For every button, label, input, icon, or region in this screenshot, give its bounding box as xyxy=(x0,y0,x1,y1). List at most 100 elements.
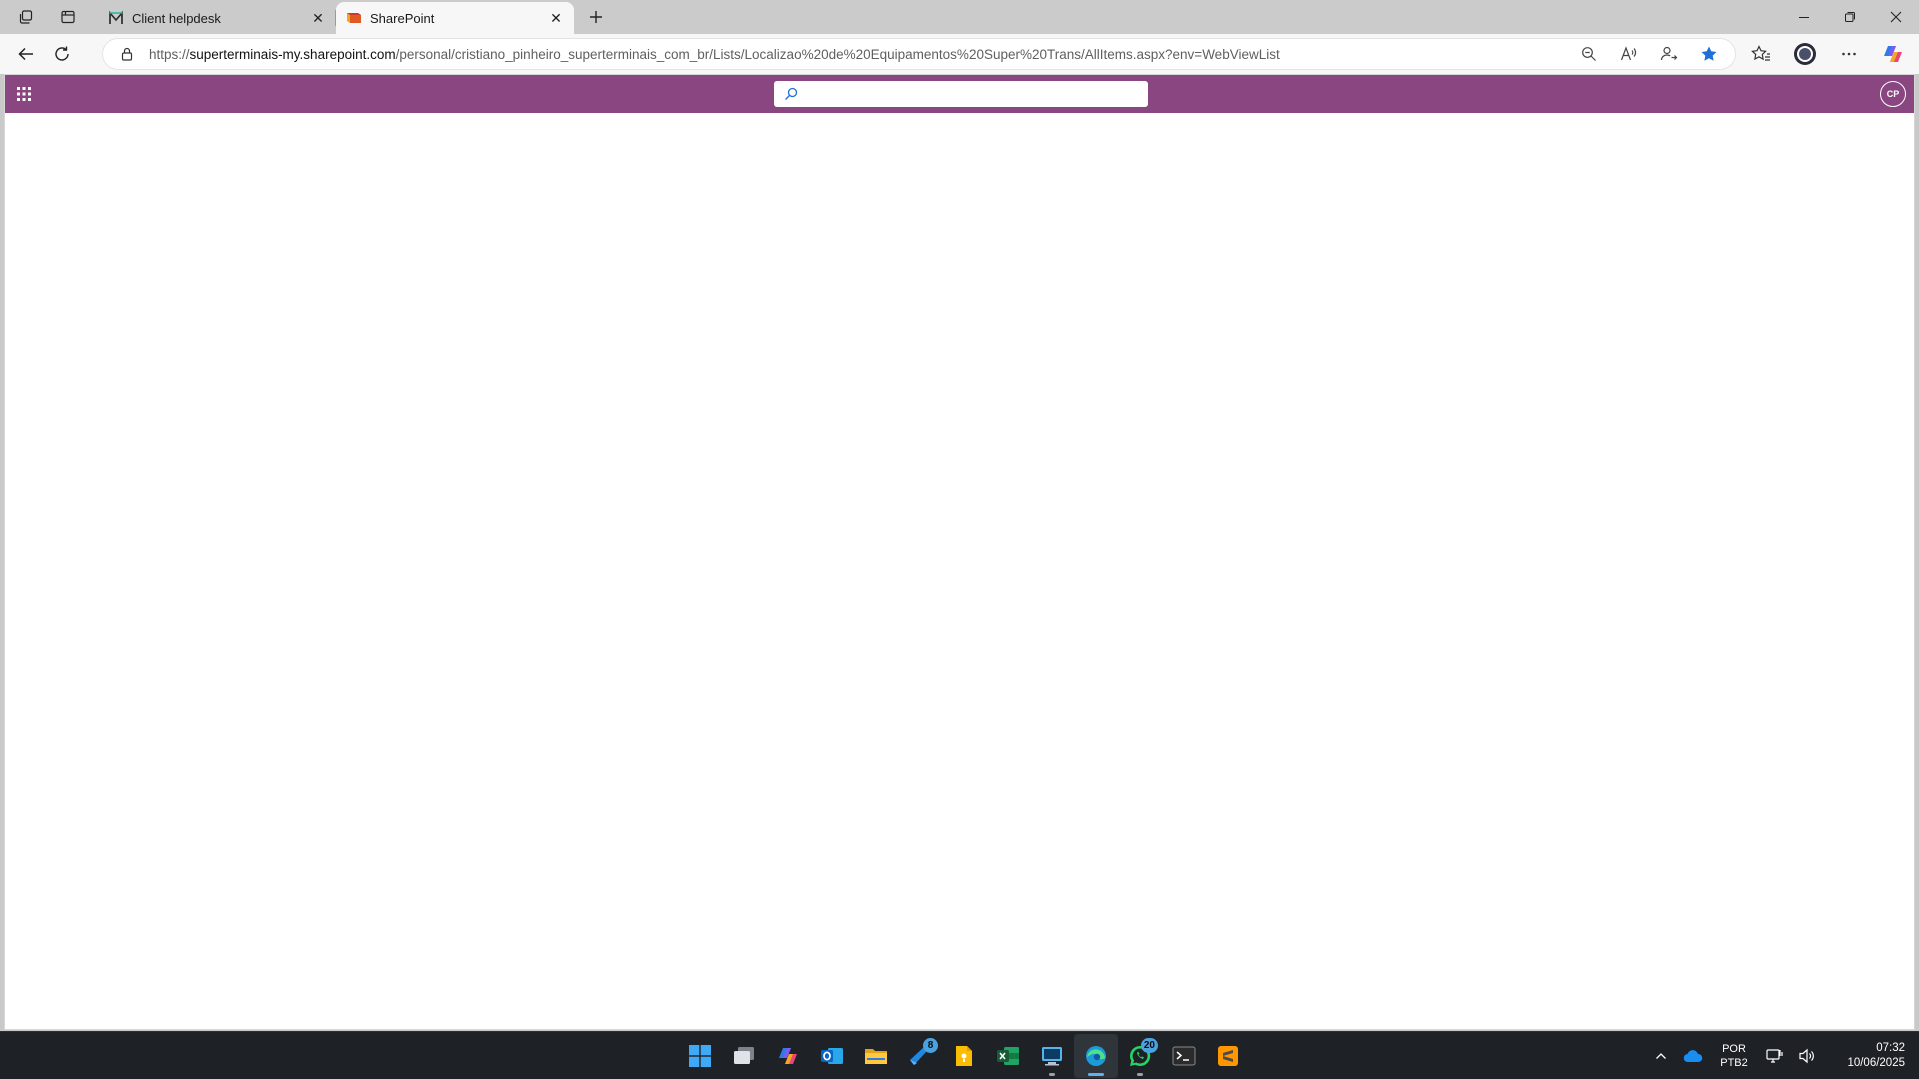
network-button[interactable] xyxy=(1759,1036,1791,1076)
url-scheme: https:// xyxy=(149,46,190,62)
screen: Client helpdesk ✕ SharePoint ✕ https://s… xyxy=(0,0,1919,1079)
running-indicator xyxy=(1049,1073,1055,1076)
network-icon xyxy=(1766,1049,1783,1063)
read-aloud-button[interactable] xyxy=(1609,40,1649,68)
close-icon[interactable]: ✕ xyxy=(548,10,564,26)
taskbar-edge[interactable] xyxy=(1074,1034,1118,1078)
folder-icon xyxy=(865,1049,887,1064)
refresh-icon xyxy=(55,46,69,61)
taskbar-excel[interactable] xyxy=(986,1034,1030,1078)
milvus-m-icon xyxy=(109,10,123,24)
tab-title: Client helpdesk xyxy=(132,10,221,26)
excel-icon xyxy=(997,1047,1019,1065)
refresh-button[interactable] xyxy=(44,38,80,70)
taskbar-copilot[interactable] xyxy=(766,1034,810,1078)
restore-button[interactable] xyxy=(1827,0,1873,34)
browser-tab-strip: Client helpdesk ✕ SharePoint ✕ xyxy=(0,0,1919,34)
taskbar-keep-notes[interactable] xyxy=(942,1034,986,1078)
taskbar-task-view[interactable] xyxy=(722,1034,766,1078)
taskbar-sublime-text[interactable] xyxy=(1206,1034,1250,1078)
ellipsis-icon xyxy=(1842,52,1856,56)
favorite-star-button[interactable] xyxy=(1689,40,1729,68)
running-indicator xyxy=(1088,1073,1104,1076)
profile-avatar-icon xyxy=(1794,43,1816,65)
edge-icon xyxy=(1086,1046,1106,1066)
windows-taskbar: 8 20 POR PTB2 07:32 10/06/2025 xyxy=(0,1031,1919,1079)
app-launcher-button[interactable] xyxy=(5,75,43,113)
onedrive-cloud-icon xyxy=(1683,1050,1703,1063)
sharepoint-icon xyxy=(347,13,361,23)
taskbar-azure-devops[interactable]: 8 xyxy=(898,1034,942,1078)
back-arrow-icon xyxy=(18,47,33,61)
search-input[interactable] xyxy=(808,82,1148,106)
favorites-button[interactable] xyxy=(1739,38,1783,70)
back-button[interactable] xyxy=(8,38,44,70)
browser-toolbar: https://superterminais-my.sharepoint.com… xyxy=(0,34,1919,74)
plus-icon xyxy=(590,11,602,23)
notes-icon xyxy=(956,1046,972,1066)
chevron-up-icon xyxy=(1656,1053,1666,1059)
restore-icon xyxy=(1845,12,1855,22)
taskbar-terminal[interactable] xyxy=(1162,1034,1206,1078)
clock-button[interactable]: 07:32 10/06/2025 xyxy=(1823,1041,1919,1071)
outlook-icon xyxy=(821,1048,843,1064)
person-sync-icon xyxy=(1660,46,1678,61)
clock-date: 10/06/2025 xyxy=(1847,1057,1905,1069)
close-icon xyxy=(1890,11,1902,23)
workspaces-icon xyxy=(19,10,33,24)
url-host: superterminais-my.sharepoint.com xyxy=(189,46,396,62)
star-filled-icon xyxy=(1701,46,1717,61)
remote-desktop-icon xyxy=(1042,1047,1062,1066)
search-icon xyxy=(774,81,808,107)
windows-logo-icon xyxy=(689,1045,711,1067)
url-path: /personal/cristiano_pinheiro_supertermin… xyxy=(395,46,1280,62)
running-indicator xyxy=(1137,1073,1143,1076)
zoom-out-button[interactable] xyxy=(1569,40,1609,68)
favorites-icon xyxy=(1751,45,1770,61)
language-code: POR xyxy=(1722,1043,1746,1055)
taskbar-remote-desktop[interactable] xyxy=(1030,1034,1074,1078)
account-avatar[interactable]: CP xyxy=(1880,81,1906,107)
minimize-button[interactable] xyxy=(1781,0,1827,34)
notification-badge: 8 xyxy=(923,1038,938,1053)
sublime-text-icon xyxy=(1218,1046,1238,1066)
share-profile-button[interactable] xyxy=(1649,40,1689,68)
zoom-out-icon xyxy=(1582,47,1596,61)
sharepoint-suite-bar: CP xyxy=(5,75,1914,113)
close-icon[interactable]: ✕ xyxy=(310,10,326,26)
notification-badge: 20 xyxy=(1140,1038,1158,1053)
minimize-icon xyxy=(1799,17,1809,18)
copilot-button[interactable] xyxy=(1871,38,1915,70)
read-aloud-icon xyxy=(1620,46,1637,61)
tab-actions-button[interactable] xyxy=(54,3,82,31)
copilot-icon xyxy=(779,1048,797,1064)
taskbar-outlook[interactable] xyxy=(810,1034,854,1078)
new-tab-button[interactable] xyxy=(580,1,612,33)
clock-time: 07:32 xyxy=(1876,1042,1905,1054)
waffle-grid-icon xyxy=(17,87,31,101)
speaker-icon xyxy=(1799,1048,1814,1064)
lock-icon[interactable] xyxy=(117,44,137,64)
keyboard-layout: PTB2 xyxy=(1720,1057,1748,1069)
copilot-icon xyxy=(1884,46,1902,62)
profile-button[interactable] xyxy=(1783,38,1827,70)
input-language-indicator[interactable]: POR PTB2 xyxy=(1709,1042,1759,1070)
taskbar-whatsapp[interactable]: 20 xyxy=(1118,1034,1162,1078)
tab-client-helpdesk[interactable]: Client helpdesk ✕ xyxy=(98,2,336,34)
close-window-button[interactable] xyxy=(1873,0,1919,34)
task-view-icon xyxy=(734,1047,754,1064)
onedrive-button[interactable] xyxy=(1677,1036,1709,1076)
terminal-icon xyxy=(1172,1046,1196,1066)
workspaces-button[interactable] xyxy=(12,3,40,31)
taskbar-file-explorer[interactable] xyxy=(854,1034,898,1078)
tab-sharepoint[interactable]: SharePoint ✕ xyxy=(336,2,574,34)
web-page: CP xyxy=(4,74,1915,1030)
sharepoint-search-box[interactable] xyxy=(774,81,1148,107)
taskbar-start-button[interactable] xyxy=(678,1034,722,1078)
settings-more-button[interactable] xyxy=(1827,38,1871,70)
volume-button[interactable] xyxy=(1791,1036,1823,1076)
address-bar[interactable]: https://superterminais-my.sharepoint.com… xyxy=(102,38,1736,70)
tab-actions-icon xyxy=(61,10,75,24)
show-hidden-icons-button[interactable] xyxy=(1645,1036,1677,1076)
url-text[interactable]: https://superterminais-my.sharepoint.com… xyxy=(149,47,1569,62)
